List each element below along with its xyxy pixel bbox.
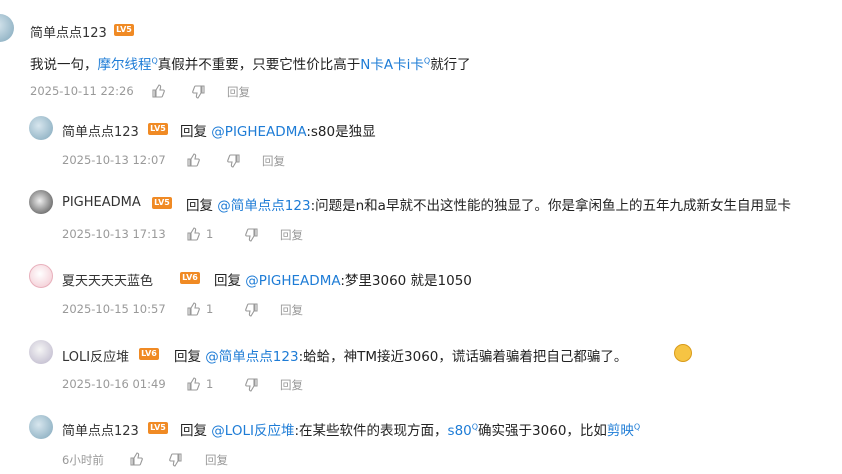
laugh-emoji-icon [674, 344, 692, 362]
dislike-icon[interactable] [245, 303, 259, 317]
avatar[interactable] [29, 190, 53, 214]
reply-word: 回复 [186, 198, 213, 214]
reply-body: 确实强于3060，比如 [478, 423, 607, 439]
username[interactable]: 夏天天天天蓝色 [62, 270, 153, 289]
mention-link[interactable]: @PIGHEADMA [211, 124, 306, 140]
link-moore-threads[interactable]: 摩尔线程 [98, 57, 152, 73]
level-badge: LV6 [139, 348, 159, 360]
mention-link[interactable]: @LOLI反应堆 [211, 423, 294, 439]
reply-word: 回复 [174, 349, 201, 365]
like-icon[interactable] [186, 227, 200, 241]
level-badge: LV5 [114, 24, 134, 36]
search-icon: Q [633, 422, 641, 432]
reply-text: 回复 @PIGHEADMA:s80是独显 [180, 120, 376, 140]
like-icon[interactable] [186, 377, 200, 391]
text-part: 真假并不重要，只要它性价比高于 [157, 57, 361, 73]
link-jianying[interactable]: 剪映 [607, 423, 634, 439]
reply-word: 回复 [180, 124, 207, 140]
reply-button[interactable]: 回复 [280, 227, 303, 243]
avatar[interactable] [29, 340, 53, 364]
avatar[interactable] [0, 14, 14, 42]
reply-word: 回复 [214, 273, 241, 289]
text-part: 就行了 [430, 57, 471, 73]
dislike-icon[interactable] [245, 228, 259, 242]
level-badge: LV5 [148, 123, 168, 135]
text-part: 我说一句， [30, 57, 98, 73]
username[interactable]: 简单点点123 [30, 22, 107, 41]
dislike-icon[interactable] [169, 453, 183, 467]
reply-button[interactable]: 回复 [205, 452, 228, 468]
timestamp: 2025-10-15 10:57 [62, 302, 166, 316]
reply-word: 回复 [180, 423, 207, 439]
dislike-icon[interactable] [192, 85, 206, 99]
reply-text: 回复 @简单点点123:问题是n和a早就不出这性能的独显了。你是拿闲鱼上的五年九… [186, 194, 791, 214]
like-icon[interactable] [186, 153, 200, 167]
like-count: 1 [206, 227, 214, 241]
timestamp: 2025-10-11 22:26 [30, 84, 134, 98]
username[interactable]: 简单点点123 [62, 121, 139, 140]
reply-button[interactable]: 回复 [280, 377, 303, 393]
dislike-icon[interactable] [245, 378, 259, 392]
mention-link[interactable]: @简单点点123 [217, 198, 310, 214]
comment-text: 我说一句，摩尔线程Q真假并不重要，只要它性价比高于N卡A卡i卡Q就行了 [30, 53, 471, 74]
timestamp: 2025-10-13 12:07 [62, 153, 166, 167]
reply-text: 回复 @简单点点123:蛤蛤，神TM接近3060，谎话骗着骗着把自己都骗了。 [174, 345, 627, 365]
level-badge: LV5 [152, 197, 172, 209]
timestamp: 2025-10-13 17:13 [62, 227, 166, 241]
mention-link[interactable]: @简单点点123 [205, 349, 298, 365]
username[interactable]: LOLI反应堆 [62, 346, 129, 365]
link-s80[interactable]: s80 [448, 423, 472, 439]
timestamp: 6小时前 [62, 453, 104, 467]
reply-body: :s80是独显 [306, 124, 376, 140]
reply-button[interactable]: 回复 [280, 302, 303, 318]
link-nai-card[interactable]: N卡A卡i卡 [360, 57, 424, 73]
dislike-icon[interactable] [227, 154, 241, 168]
mention-link[interactable]: @PIGHEADMA [245, 273, 340, 289]
reply-body: :蛤蛤，神TM接近3060，谎话骗着骗着把自己都骗了。 [298, 349, 628, 365]
username[interactable]: PIGHEADMA [62, 195, 141, 210]
like-icon[interactable] [186, 302, 200, 316]
avatar[interactable] [29, 116, 53, 140]
reply-button[interactable]: 回复 [227, 84, 250, 100]
like-icon[interactable] [129, 452, 143, 466]
level-badge: LV6 [180, 272, 200, 284]
like-icon[interactable] [151, 84, 165, 98]
avatar[interactable] [29, 264, 53, 288]
like-count: 1 [206, 302, 214, 316]
reply-body: :梦里3060 就是1050 [340, 273, 472, 289]
username[interactable]: 简单点点123 [62, 420, 139, 439]
reply-body: :在某些软件的表现方面， [294, 423, 448, 439]
reply-text: 回复 @LOLI反应堆:在某些软件的表现方面，s80 Q 确实强于3060，比如剪映… [180, 419, 641, 440]
level-badge: LV5 [148, 422, 168, 434]
reply-body: :问题是n和a早就不出这性能的独显了。你是拿闲鱼上的五年九成新女生自用显卡 [310, 198, 791, 214]
timestamp: 2025-10-16 01:49 [62, 377, 166, 391]
reply-text: 回复 @PIGHEADMA:梦里3060 就是1050 [214, 269, 472, 289]
reply-button[interactable]: 回复 [262, 153, 285, 169]
avatar[interactable] [29, 415, 53, 439]
like-count: 1 [206, 377, 214, 391]
